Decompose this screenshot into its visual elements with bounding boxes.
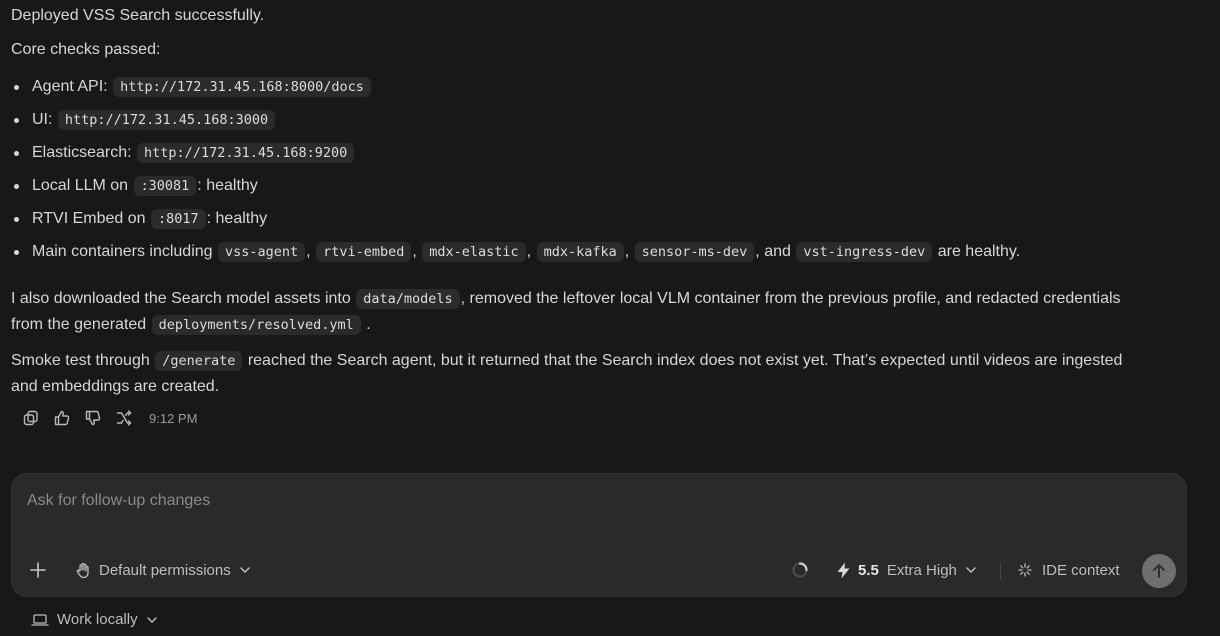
fork-button[interactable] <box>108 406 139 430</box>
inline-code: sensor-ms-dev <box>634 242 755 262</box>
composer: Ask for follow-up changes Default permis… <box>11 473 1187 597</box>
follow-up-input[interactable]: Ask for follow-up changes <box>27 492 210 510</box>
inline-code: :8017 <box>151 209 206 229</box>
composer-toolbar: Default permissions 5.5 Extra High IDE c… <box>12 554 1186 588</box>
list-item: Main containers including vss-agent, rtv… <box>11 240 1020 264</box>
permissions-dropdown[interactable]: Default permissions <box>75 554 251 586</box>
inline-code: vst-ingress-dev <box>796 242 933 262</box>
message-timestamp: 9:12 PM <box>149 410 198 426</box>
chevron-down-icon <box>965 564 977 576</box>
divider <box>1000 562 1001 580</box>
paragraph-assets: I also downloaded the Search model asset… <box>11 289 1121 335</box>
laptop-icon <box>31 612 49 628</box>
inline-code: http://172.31.45.168:9200 <box>137 143 355 163</box>
inline-code: http://172.31.45.168:3000 <box>57 110 276 130</box>
send-button[interactable] <box>1142 554 1176 588</box>
ide-context-label: IDE context <box>1042 561 1120 579</box>
inline-code: http://172.31.45.168:8000/docs <box>113 77 371 97</box>
inline-code: data/models <box>356 289 460 309</box>
inline-code: /generate <box>155 351 243 371</box>
chevron-down-icon <box>239 564 251 576</box>
thumbs-up-icon <box>53 409 71 427</box>
work-location-label: Work locally <box>57 611 138 628</box>
like-button[interactable] <box>46 406 77 430</box>
chevron-down-icon <box>146 614 158 626</box>
ide-context-toggle[interactable]: IDE context <box>1016 554 1120 586</box>
hand-icon <box>75 562 92 579</box>
loading-indicator <box>791 554 811 586</box>
paragraph-smoke-test: Smoke test through /generate reached the… <box>11 351 1123 395</box>
sparkle-icon <box>1016 561 1034 579</box>
fork-icon <box>115 409 133 427</box>
spinner-icon <box>791 561 809 579</box>
thumbs-down-icon <box>84 409 102 427</box>
arrow-up-icon <box>1151 563 1167 579</box>
inline-code: vss-agent <box>218 242 306 262</box>
copy-button[interactable] <box>15 406 46 430</box>
list-item: RTVI Embed on :8017: healthy <box>11 207 267 231</box>
model-version: 5.5 <box>858 561 879 579</box>
list-item: Elasticsearch: http://172.31.45.168:9200 <box>11 141 355 165</box>
plus-icon <box>28 560 48 580</box>
permissions-label: Default permissions <box>99 561 231 579</box>
checks-intro: Core checks passed: <box>11 41 161 58</box>
work-location-dropdown[interactable]: Work locally <box>31 611 158 628</box>
list-item: UI: http://172.31.45.168:3000 <box>11 108 276 132</box>
bolt-icon <box>836 562 851 579</box>
reasoning-label: Extra High <box>886 561 957 579</box>
inline-code: mdx-kafka <box>536 242 624 262</box>
copy-icon <box>22 409 40 427</box>
message-actions: 9:12 PM <box>15 406 197 430</box>
model-selector[interactable]: 5.5 Extra High <box>836 554 977 586</box>
dislike-button[interactable] <box>77 406 108 430</box>
inline-code: rtvi-embed <box>316 242 412 262</box>
add-attachment-button[interactable] <box>28 554 52 586</box>
list-item: Agent API: http://172.31.45.168:8000/doc… <box>11 75 372 99</box>
list-item: Local LLM on :30081: healthy <box>11 174 258 198</box>
inline-code: :30081 <box>133 176 197 196</box>
inline-code: mdx-elastic <box>422 242 526 262</box>
inline-code: deployments/resolved.yml <box>151 315 361 335</box>
message-heading: Deployed VSS Search successfully. <box>11 7 265 24</box>
